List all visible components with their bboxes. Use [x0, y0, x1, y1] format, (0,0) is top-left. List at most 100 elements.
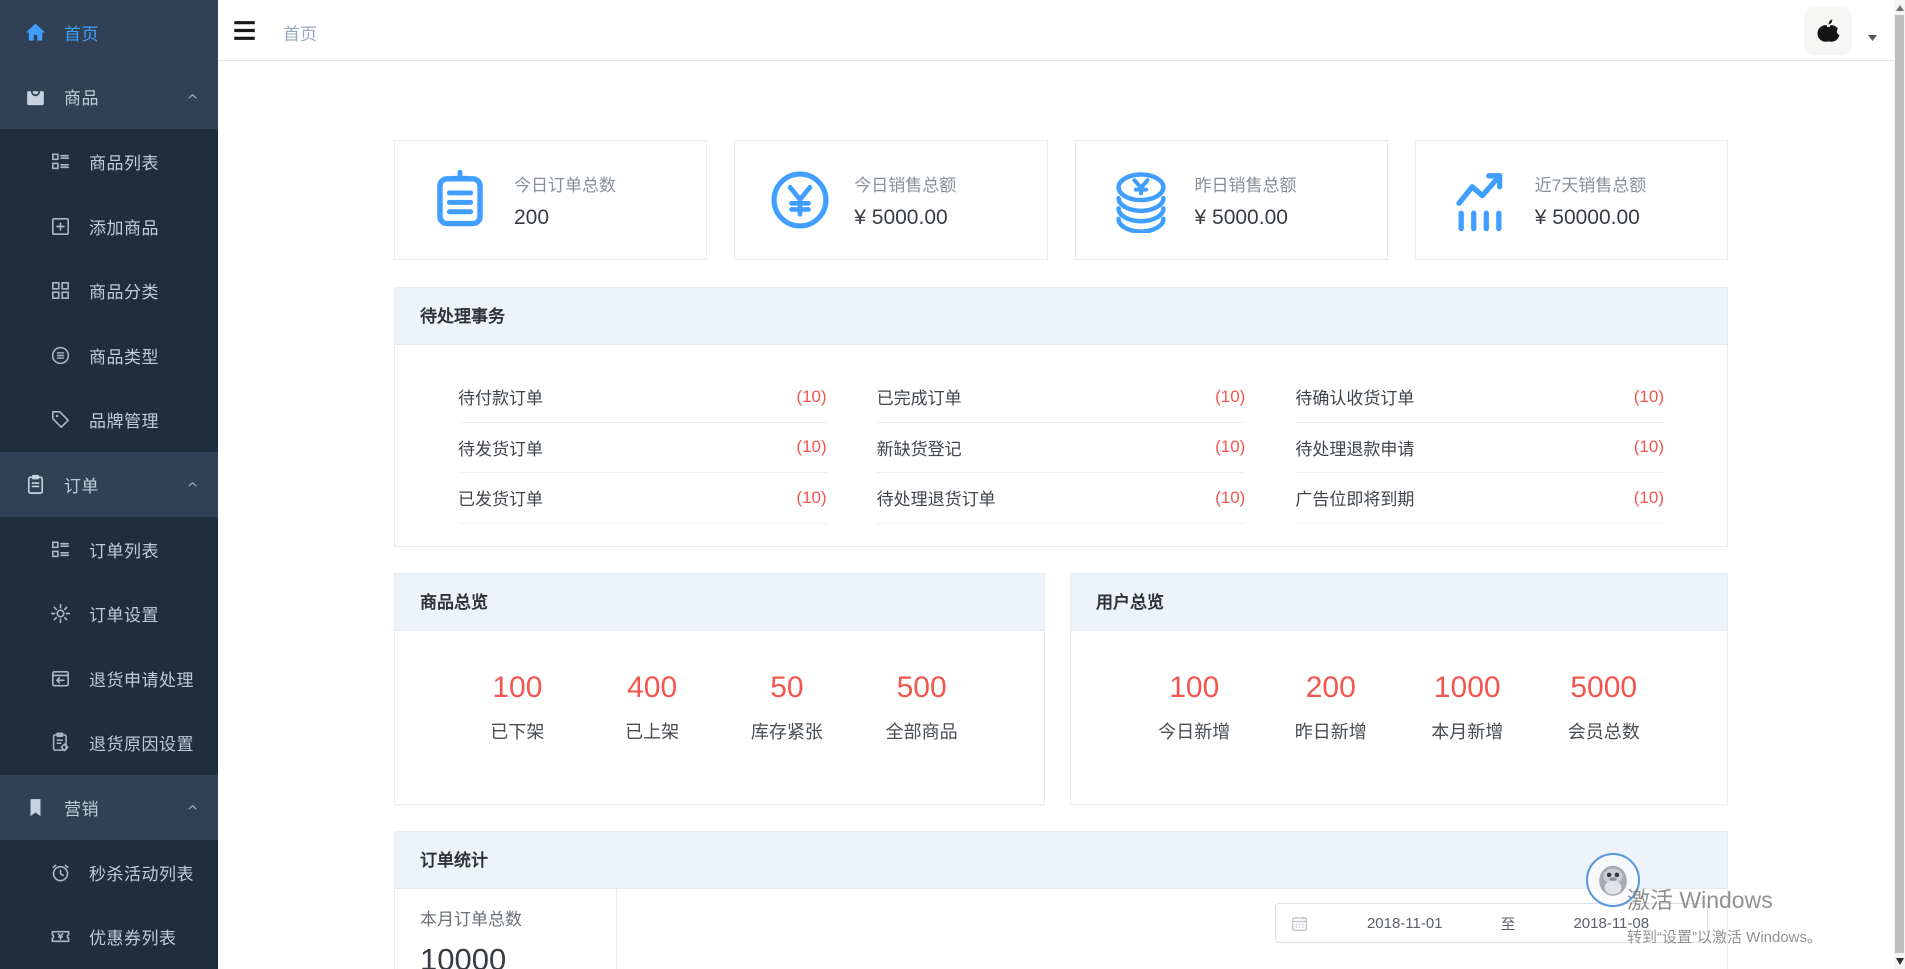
sidebar-item-order[interactable]: 订单: [0, 452, 218, 517]
stat-card-info: 今日订单总数 200: [514, 171, 616, 230]
order-month-metric: 本月订单总数 10000: [395, 889, 617, 969]
user-stat-value: 5000: [1536, 671, 1673, 705]
sidebar-item-marketing[interactable]: 营销: [0, 775, 218, 840]
order-metric-value: 10000: [420, 942, 616, 969]
dashboard-container: 今日订单总数 200 今日销售总额¥ 5000.00 昨日销售总额¥ 5000.00 近…: [394, 61, 1728, 969]
sidebar: 首页商品商品列表添加商品商品分类商品类型品牌管理订单订单列表订单设置退货申请处理…: [0, 0, 218, 969]
stat-card-value: ¥ 50000.00: [1535, 206, 1646, 230]
todo-item-count: (10): [796, 437, 826, 457]
sidebar-item-product-category[interactable]: 商品分类: [0, 258, 218, 323]
sidebar-item-brand[interactable]: 品牌管理: [0, 388, 218, 453]
sidebar-item-label: 秒杀活动列表: [89, 860, 194, 885]
sidebar-item-return-apply[interactable]: 退货申请处理: [0, 646, 218, 711]
todo-item[interactable]: 待处理退款申请(10): [1295, 423, 1664, 474]
sidebar-item-label: 商品分类: [89, 278, 159, 303]
avatar[interactable]: [1804, 7, 1852, 55]
user-stat: 1000本月新增: [1399, 671, 1536, 744]
todo-item-count: (10): [796, 387, 826, 407]
scrollbar-up-arrow[interactable]: [1894, 0, 1905, 15]
todo-item-count: (10): [1634, 387, 1664, 407]
grid-icon: [47, 279, 74, 303]
user-stat-value: 100: [1126, 671, 1263, 705]
order-statistics-panel: 订单统计 本月订单总数 10000 2018-11-01 至 2018-11-0…: [394, 831, 1728, 969]
sidebar-item-return-reason[interactable]: 退货原因设置: [0, 711, 218, 776]
todo-item-count: (10): [1634, 488, 1664, 508]
stat-card-yesterday-sales: 昨日销售总额¥ 5000.00: [1075, 140, 1388, 260]
todo-item-count: (10): [1215, 488, 1245, 508]
list-icon: [47, 537, 74, 561]
clipboard-gear-icon: [47, 731, 74, 755]
scrollbar-thumb[interactable]: [1895, 15, 1904, 953]
sidebar-item-order-list[interactable]: 订单列表: [0, 517, 218, 582]
stat-card-info: 近7天销售总额¥ 50000.00: [1535, 171, 1646, 230]
bookmark-icon: [22, 795, 49, 819]
todo-item[interactable]: 待处理退货订单(10): [877, 473, 1246, 524]
todo-item-label: 待发货订单: [458, 435, 543, 460]
sidebar-item-product[interactable]: 商品: [0, 65, 218, 130]
sidebar-item-label: 退货原因设置: [89, 730, 194, 755]
sidebar-item-coupon-list[interactable]: 优惠券列表: [0, 904, 218, 969]
todo-panel: 待处理事务 待付款订单(10)已完成订单(10)待确认收货订单(10)待发货订单…: [394, 287, 1728, 547]
sidebar-item-label: 订单列表: [89, 537, 159, 562]
todo-item[interactable]: 待确认收货订单(10): [1295, 372, 1664, 423]
order-clipboard-icon: [427, 167, 493, 233]
sidebar-item-flash-list[interactable]: 秒杀活动列表: [0, 840, 218, 905]
sidebar-item-label: 品牌管理: [89, 407, 159, 432]
user-stat: 200昨日新增: [1263, 671, 1400, 744]
sidebar-item-product-list[interactable]: 商品列表: [0, 129, 218, 194]
stat-card-value: 200: [514, 206, 616, 230]
todo-item-label: 已发货订单: [458, 485, 543, 510]
chevron-up-icon: [185, 477, 200, 492]
stat-card-week-sales: 近7天销售总额¥ 50000.00: [1415, 140, 1728, 260]
scrollbar-down-arrow[interactable]: [1894, 954, 1905, 968]
todo-item-label: 广告位即将到期: [1295, 485, 1414, 510]
qq-penguin-icon: [1592, 859, 1634, 901]
date-end-input[interactable]: 2018-11-08: [1516, 915, 1708, 932]
breadcrumb[interactable]: 首页: [283, 20, 317, 45]
qq-widget-button[interactable]: [1586, 853, 1640, 907]
user-stat-label: 会员总数: [1536, 718, 1673, 744]
todo-item-label: 待付款订单: [458, 384, 543, 409]
todo-item-label: 已完成订单: [877, 384, 962, 409]
todo-item[interactable]: 待发货订单 (10): [458, 423, 827, 474]
circle-list-icon: [47, 343, 74, 367]
sidebar-item-label: 退货申请处理: [89, 666, 194, 691]
product-stat: 50库存紧张: [720, 671, 855, 744]
coins-icon: [1108, 167, 1174, 233]
hamburger-icon: [230, 16, 259, 45]
stat-card-label: 今日订单总数: [514, 171, 616, 196]
sidebar-item-product-type[interactable]: 商品类型: [0, 323, 218, 388]
user-stat-label: 昨日新增: [1263, 718, 1400, 744]
product-stat: 500全部商品: [854, 671, 989, 744]
bag-icon: [22, 85, 49, 109]
product-stat: 100已下架: [450, 671, 585, 744]
stat-cards-row: 今日订单总数 200 今日销售总额¥ 5000.00 昨日销售总额¥ 5000.00 近…: [394, 140, 1728, 260]
todo-item[interactable]: 广告位即将到期 (10): [1295, 473, 1664, 524]
todo-item[interactable]: 已完成订单(10): [877, 372, 1246, 423]
user-stat: 5000 会员总数: [1536, 671, 1673, 744]
apple-logo-icon: [1815, 16, 1842, 46]
sidebar-item-product-add[interactable]: 添加商品: [0, 194, 218, 259]
caret-down-icon[interactable]: [1866, 33, 1879, 43]
stat-card-info: 昨日销售总额¥ 5000.00: [1195, 171, 1297, 230]
stat-card-info: 今日销售总额¥ 5000.00: [854, 171, 956, 230]
date-range-picker[interactable]: 2018-11-01 至 2018-11-08: [1275, 903, 1708, 943]
product-stat-label: 已下架: [450, 718, 585, 744]
list-icon: [47, 149, 74, 173]
todo-item[interactable]: 待付款订单 (10): [458, 372, 827, 423]
trend-chart-icon: [1448, 167, 1514, 233]
date-start-input[interactable]: 2018-11-01: [1309, 915, 1501, 932]
todo-item[interactable]: 已发货订单(10): [458, 473, 827, 524]
hamburger-button[interactable]: [230, 16, 259, 45]
user-stat: 100今日新增: [1126, 671, 1263, 744]
todo-item[interactable]: 新缺货登记(10): [877, 423, 1246, 474]
main-content: 今日订单总数 200 今日销售总额¥ 5000.00 昨日销售总额¥ 5000.00 近…: [218, 61, 1905, 969]
user-stat-value: 1000: [1399, 671, 1536, 705]
sidebar-item-home[interactable]: 首页: [0, 0, 218, 65]
sidebar-item-order-setting[interactable]: 订单设置: [0, 581, 218, 646]
user-stats: 100今日新增200昨日新增1000本月新增5000 会员总数: [1071, 631, 1727, 744]
order-statistics-title: 订单统计: [395, 832, 1727, 889]
stat-card-value: ¥ 5000.00: [854, 206, 956, 230]
yen-circle-icon: [767, 167, 833, 233]
calendar-icon: [1290, 914, 1309, 933]
